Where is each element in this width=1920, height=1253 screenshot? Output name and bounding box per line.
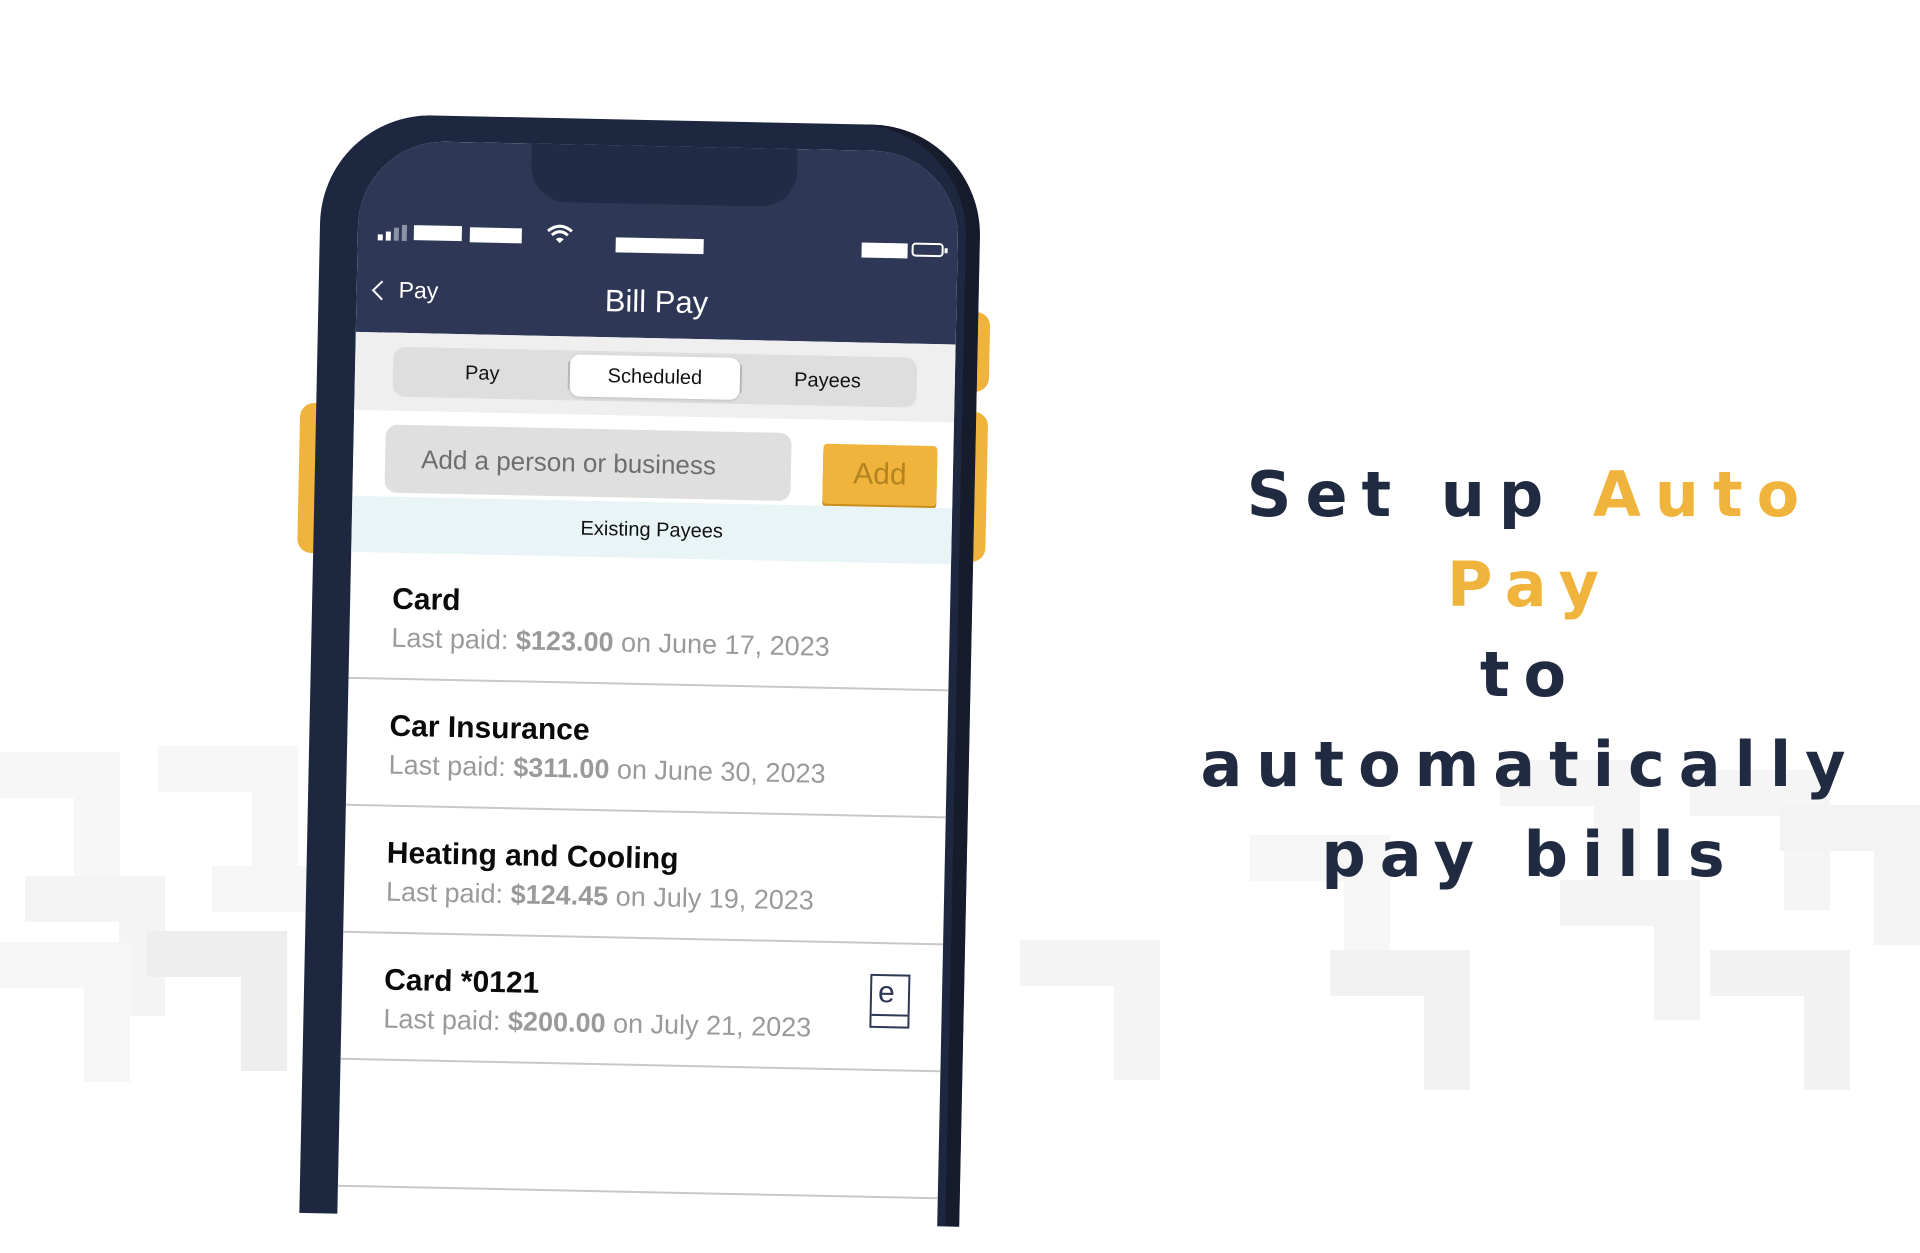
payee-row[interactable]: Card *0121 Last paid: $200.00 on July 21… [340,932,944,1073]
payee-amount: $123.00 [515,625,614,658]
carrier-placeholder [469,227,522,244]
time-placeholder [615,237,704,255]
tab-pay[interactable]: Pay [397,351,569,397]
payee-list: Card Last paid: $123.00 on June 17, 2023… [337,551,952,1200]
payee-name: Heating and Cooling [386,836,679,876]
status-placeholder [861,242,908,259]
phone-body: Pay Bill Pay Pay Scheduled Payees Add a … [299,113,983,1253]
app-header: Pay Bill Pay [355,139,960,345]
page-title: Bill Pay [604,283,709,321]
payee-row[interactable] [337,1059,941,1200]
phone-screen: Pay Bill Pay Pay Scheduled Payees Add a … [336,139,960,1253]
payee-name: Card *0121 [383,963,540,1000]
payee-amount: $124.45 [510,879,609,912]
headline-line-1: Set up Auto Pay [1246,458,1814,621]
status-bar [377,222,944,264]
payee-amount: $200.00 [507,1006,606,1039]
wifi-icon [547,224,573,244]
headline: Set up Auto Pay to automatically pay bil… [1180,450,1880,900]
tab-bar-area: Pay Scheduled Payees [354,331,956,423]
payee-row[interactable]: Card Last paid: $123.00 on June 17, 2023 [348,551,952,692]
tab-scheduled[interactable]: Scheduled [569,354,741,400]
headline-line-3: pay bills [1321,818,1739,891]
signal-bars-icon [377,222,408,241]
payee-last-paid: Last paid: $124.45 on July 19, 2023 [385,876,815,916]
payee-name: Card [391,582,461,618]
payee-row[interactable]: Car Insurance Last paid: $311.00 on June… [345,678,949,819]
segmented-control: Pay Scheduled Payees [392,346,918,408]
headline-line-2: to automatically [1200,638,1860,801]
ebill-icon[interactable]: e [869,973,911,1029]
payee-name: Car Insurance [389,709,590,747]
battery-icon [911,242,944,258]
phone-notch [530,139,798,208]
add-payee-input[interactable] [384,424,792,502]
tab-payees[interactable]: Payees [742,358,914,404]
payee-last-paid: Last paid: $123.00 on June 17, 2023 [391,622,831,662]
carrier-placeholder [413,225,463,242]
add-payee-row: Add [352,409,955,509]
payee-last-paid: Last paid: $200.00 on July 21, 2023 [383,1003,812,1043]
add-button[interactable]: Add [822,443,938,507]
payee-row[interactable]: Heating and Cooling Last paid: $124.45 o… [343,805,946,946]
payee-amount: $311.00 [512,752,610,785]
payee-last-paid: Last paid: $311.00 on June 30, 2023 [388,749,826,789]
